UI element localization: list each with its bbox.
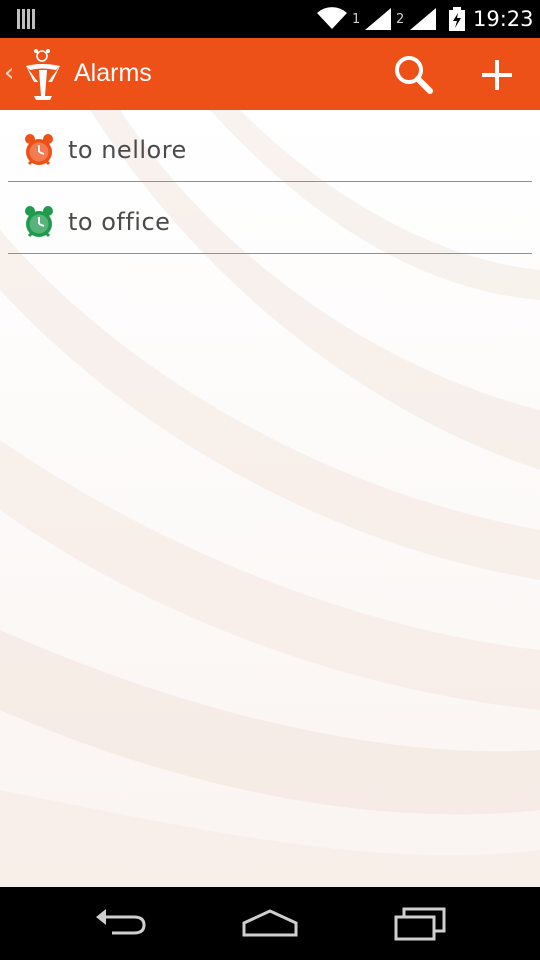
- back-chevron-icon[interactable]: ‹: [4, 58, 14, 88]
- alarm-clock-icon: [25, 206, 53, 238]
- home-icon[interactable]: [240, 905, 300, 941]
- app-logo-icon[interactable]: [20, 48, 68, 100]
- wifi-icon: [317, 7, 347, 30]
- notification-icon: [17, 9, 35, 29]
- signal-icon: [365, 8, 391, 30]
- action-bar: ‹ Alarms: [0, 38, 540, 110]
- clock-time: 19:23: [473, 7, 534, 31]
- back-icon[interactable]: [90, 905, 150, 941]
- sim2-label: 2: [396, 12, 405, 27]
- sim1-label: 1: [352, 12, 361, 27]
- add-icon[interactable]: [474, 52, 520, 98]
- search-icon[interactable]: [390, 52, 436, 98]
- signal-icon: [410, 8, 436, 30]
- alarm-label: to nellore: [68, 136, 187, 164]
- recents-icon[interactable]: [390, 905, 450, 941]
- list-item[interactable]: to office: [8, 182, 532, 254]
- alarm-list-screen: to nellore to office: [0, 110, 540, 887]
- status-bar: 1 2 19:23: [0, 0, 540, 38]
- navigation-bar: [0, 887, 540, 960]
- battery-charging-icon: [449, 7, 465, 31]
- alarm-list: to nellore to office: [0, 110, 540, 254]
- alarm-clock-icon: [25, 134, 53, 166]
- list-item[interactable]: to nellore: [8, 110, 532, 182]
- page-title: Alarms: [74, 59, 152, 87]
- alarm-label: to office: [68, 208, 171, 236]
